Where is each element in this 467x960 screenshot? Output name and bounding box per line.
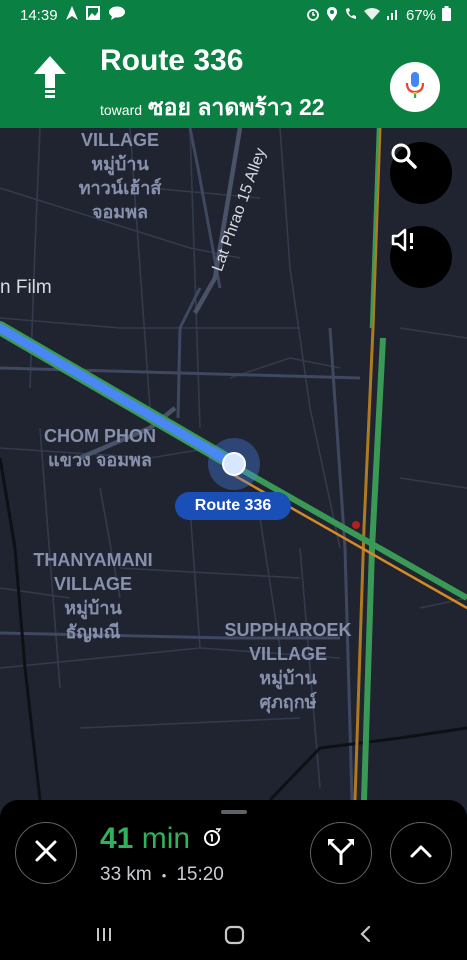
signal-icon <box>386 7 400 25</box>
chevron-up-icon <box>409 843 433 864</box>
microphone-icon <box>404 70 426 105</box>
sheet-drag-handle[interactable] <box>221 810 247 814</box>
thanyamani-line-3: หมู่บ้าน <box>64 598 122 618</box>
thanyamani-label: THANYAMANI VILLAGE หมู่บ้าน ธัญมณี <box>18 548 168 644</box>
village-top-line-4: จอมพล <box>91 202 149 222</box>
thanyamani-line-4: ธัญมณี <box>65 622 121 642</box>
eta-duration: 41 min <box>100 822 224 856</box>
chom-phon-label: CHOM PHON แขวง จอมพล <box>20 424 180 472</box>
straight-arrow-icon <box>30 54 70 102</box>
status-time: 14:39 <box>20 6 58 24</box>
suppharoek-line-3: หมู่บ้าน <box>259 668 317 688</box>
battery-icon <box>442 6 451 25</box>
chom-phon-line-2: แขวง จอมพล <box>48 450 152 470</box>
village-label-top: VILLAGE หมู่บ้าน ทาวน์เฮ้าส์ จอมพล <box>65 128 175 224</box>
voice-search-button[interactable] <box>390 62 440 112</box>
current-road-chip: Route 336 <box>175 492 291 520</box>
alternate-routes-button[interactable] <box>310 822 372 884</box>
image-icon <box>85 6 100 24</box>
map-view[interactable]: VILLAGE หมู่บ้าน ทาวน์เฮ้าส์ จอมพล n Fil… <box>0 128 467 800</box>
toward-label: toward <box>100 102 143 118</box>
thanyamani-line-1: THANYAMANI <box>33 550 153 570</box>
fork-route-icon <box>326 835 356 872</box>
trip-details: 33 km • 15:20 <box>100 864 224 886</box>
location-icon <box>326 6 338 25</box>
arrival-time: 15:20 <box>176 864 224 885</box>
trip-separator: • <box>161 867 167 883</box>
trip-bottom-sheet[interactable]: 41 min 33 km • 15:20 <box>0 800 467 912</box>
wifi-icon <box>363 7 380 25</box>
navigation-icon <box>65 6 78 24</box>
alarm-icon <box>306 7 320 25</box>
film-label: n Film <box>0 277 52 298</box>
trip-distance: 33 km <box>100 864 152 885</box>
status-bar: 14:39 67% <box>0 0 467 30</box>
messenger-icon <box>108 6 126 24</box>
suppharoek-line-4: ศุภฤกษ์ <box>259 692 317 712</box>
sound-alerts-button[interactable] <box>390 226 452 288</box>
system-navigation-bar <box>0 912 467 960</box>
thanyamani-line-2: VILLAGE <box>53 574 132 594</box>
recent-apps-icon[interactable] <box>94 924 114 949</box>
back-icon[interactable] <box>355 924 375 949</box>
search-button[interactable] <box>390 142 452 204</box>
village-top-line-2: หมู่บ้าน <box>91 154 149 174</box>
navigation-header[interactable]: Route 336 toward ซอย ลาดพร้าว 22 <box>0 30 467 128</box>
duration-unit: min <box>141 822 191 855</box>
exit-navigation-button[interactable] <box>15 822 77 884</box>
suppharoek-line-1: SUPPHAROEK <box>224 620 352 640</box>
village-top-line-3: ทาวน์เฮ้าส์ <box>78 178 162 198</box>
wifi-calling-icon <box>344 7 358 25</box>
route-title: Route 336 <box>100 44 244 77</box>
toward-line: toward ซอย ลาดพร้าว 22 <box>100 90 325 126</box>
close-icon <box>34 839 58 868</box>
suppharoek-label: SUPPHAROEK VILLAGE หมู่บ้าน ศุภฤกษ์ <box>212 618 364 714</box>
duration-value: 41 <box>100 822 134 855</box>
toward-street: ซอย ลาดพร้าว 22 <box>148 94 325 120</box>
expand-sheet-button[interactable] <box>390 822 452 884</box>
village-top-line-1: VILLAGE <box>80 130 159 150</box>
chom-phon-line-1: CHOM PHON <box>44 426 156 446</box>
traffic-info-icon <box>202 822 224 856</box>
home-icon[interactable] <box>224 924 246 951</box>
battery-percent: 67% <box>405 7 436 24</box>
suppharoek-line-2: VILLAGE <box>248 644 327 664</box>
